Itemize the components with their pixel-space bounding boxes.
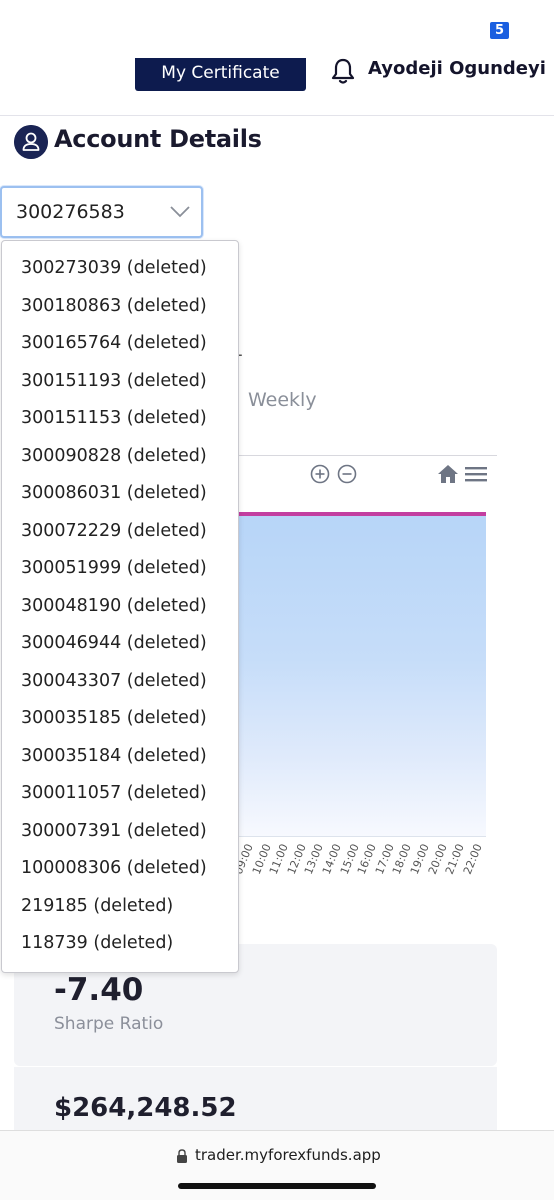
chart-area-fill [238,514,486,836]
tab-weekly[interactable]: Weekly [248,389,317,411]
account-option[interactable]: 300007391 (deleted) [21,821,207,841]
home-icon[interactable] [437,464,459,484]
account-option[interactable]: 300035184 (deleted) [21,746,207,766]
header-divider [0,115,554,116]
notification-count-badge: 5 [490,22,509,39]
url-text[interactable]: trader.myforexfunds.app [195,1146,381,1164]
page-title: Account Details [54,125,262,153]
browser-address-bar[interactable] [0,1130,554,1200]
home-indicator[interactable] [178,1183,376,1189]
my-certificate-button[interactable]: My Certificate [135,58,306,91]
account-option[interactable]: 118739 (deleted) [21,933,173,953]
sharpe-ratio-label: Sharpe Ratio [54,1014,164,1034]
zoom-in-icon[interactable] [310,464,330,484]
lock-icon [177,1149,187,1163]
account-dropdown-list[interactable]: 300273039 (deleted) 300180863 (deleted) 30… [1,240,239,973]
account-option[interactable]: 300151193 (deleted) [21,371,207,391]
account-option[interactable]: 300165764 (deleted) [21,333,207,353]
zoom-out-icon[interactable] [337,464,357,484]
account-option[interactable]: 300072229 (deleted) [21,521,207,541]
user-icon [14,125,48,159]
account-option[interactable]: 300273039 (deleted) [21,258,207,278]
account-option[interactable]: 300035185 (deleted) [21,708,207,728]
bell-icon[interactable] [330,57,356,85]
user-name[interactable]: Ayodeji Ogundeyi [368,58,546,79]
balance-value: $264,248.52 [54,1093,237,1123]
account-option[interactable]: 100008306 (deleted) [21,858,207,878]
account-select[interactable]: 300276583 [0,186,203,238]
account-option[interactable]: 300046944 (deleted) [21,633,207,653]
account-option[interactable]: 300090828 (deleted) [21,446,207,466]
account-option[interactable]: 300051999 (deleted) [21,558,207,578]
account-option[interactable]: 300086031 (deleted) [21,483,207,503]
account-option[interactable]: 300043307 (deleted) [21,671,207,691]
account-option[interactable]: 300011057 (deleted) [21,783,207,803]
chart-series-line [238,512,486,516]
chart-x-axis [238,836,486,837]
account-select-value: 300276583 [16,201,125,223]
account-option[interactable]: 300180863 (deleted) [21,296,207,316]
chevron-down-icon [170,206,190,218]
account-option[interactable]: 300151153 (deleted) [21,408,207,428]
menu-icon[interactable] [465,466,487,482]
chart-toolbar-divider [238,455,497,456]
account-option[interactable]: 300048190 (deleted) [21,596,207,616]
sharpe-ratio-value: -7.40 [54,972,144,1008]
account-option[interactable]: 219185 (deleted) [21,896,173,916]
